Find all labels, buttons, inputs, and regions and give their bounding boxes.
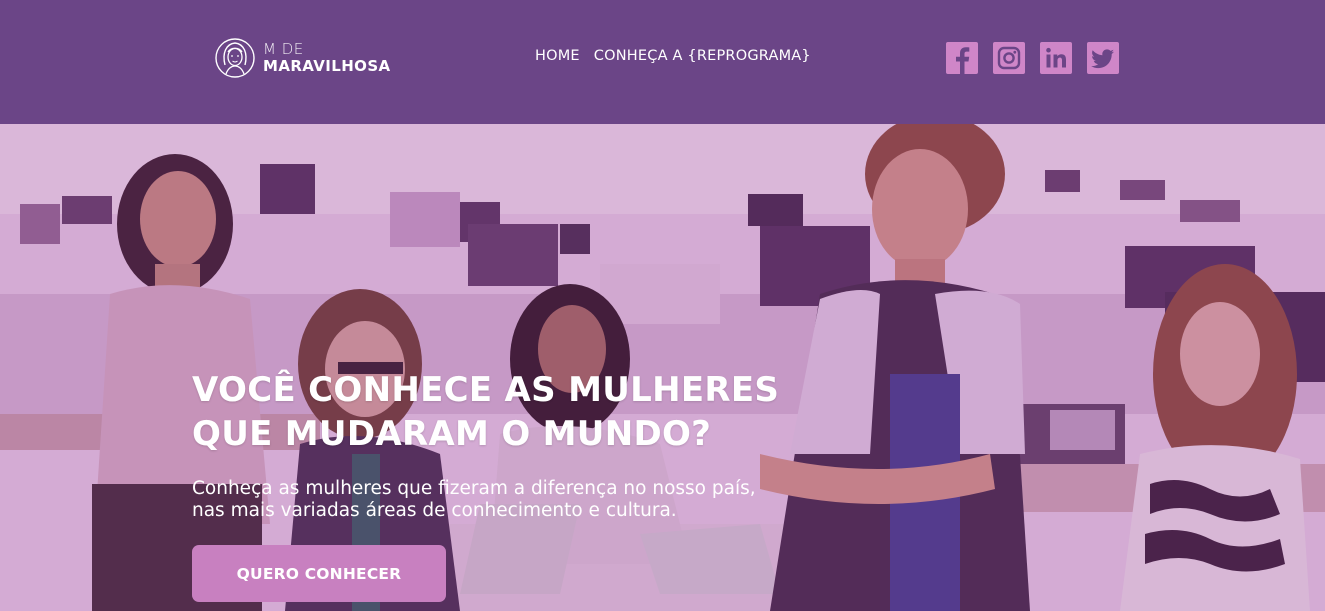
- brand-small-text: M DE: [263, 40, 304, 58]
- facebook-icon[interactable]: [946, 42, 978, 74]
- nav-reprograma-link[interactable]: CONHEÇA A {REPROGRAMA}: [594, 48, 811, 64]
- hero-section: VOCÊ CONHECE AS MULHERES QUE MUDARAM O M…: [0, 124, 1325, 611]
- site-header: M DE MARAVILHOSA HOME CONHEÇA A {REPROGR…: [0, 0, 1325, 124]
- woman-face-logo-icon: [215, 38, 255, 78]
- hero-title: VOCÊ CONHECE AS MULHERES QUE MUDARAM O M…: [192, 368, 832, 456]
- brand-big-text: MARAVILHOSA: [263, 57, 391, 75]
- quero-conhecer-button[interactable]: QUERO CONHECER: [192, 545, 446, 602]
- hero-subtitle: Conheça as mulheres que fizeram a difere…: [192, 478, 832, 522]
- main-nav: HOME CONHEÇA A {REPROGRAMA}: [535, 48, 811, 64]
- hero-title-line2: QUE MUDARAM O MUNDO?: [192, 414, 712, 454]
- hero-subtitle-line1: Conheça as mulheres que fizeram a difere…: [192, 478, 756, 499]
- social-links: [946, 42, 1119, 74]
- hero-subtitle-line2: nas mais variadas áreas de conhecimento …: [192, 500, 677, 521]
- twitter-icon[interactable]: [1087, 42, 1119, 74]
- linkedin-icon[interactable]: [1040, 42, 1072, 74]
- instagram-icon[interactable]: [993, 42, 1025, 74]
- nav-home-link[interactable]: HOME: [535, 48, 580, 64]
- hero-title-line1: VOCÊ CONHECE AS MULHERES: [192, 370, 780, 410]
- brand-logo[interactable]: M DE MARAVILHOSA: [214, 34, 391, 82]
